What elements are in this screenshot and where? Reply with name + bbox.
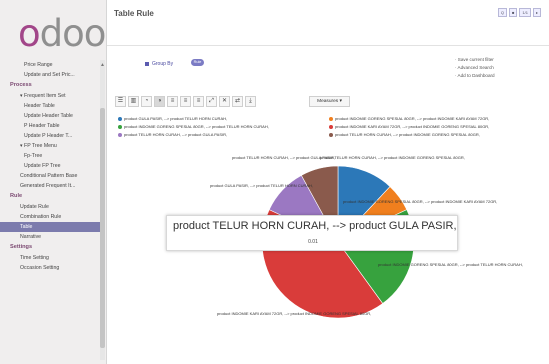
tooltip-title: product TELUR HORN CURAH, --> product GU… [173,220,457,232]
slice-label: product GULA PASIR, --> product TELUR HO… [210,183,314,188]
slice-label: product TELUR HORN CURAH, --> product IN… [320,155,465,160]
chart-tooltip: product TELUR HORN CURAH, --> product GU… [166,215,458,251]
slice-label: product INDOMIE GORENG SPESIAL 80GR, -->… [378,262,523,267]
tooltip-value: 0.01 [308,239,318,245]
slice-label: product INDOMIE GORENG SPESIAL 80GR, -->… [343,199,498,204]
pie-chart [261,165,415,319]
slice-label: product INDOMIE KARI AYAM 72GR, --> prod… [217,311,372,316]
